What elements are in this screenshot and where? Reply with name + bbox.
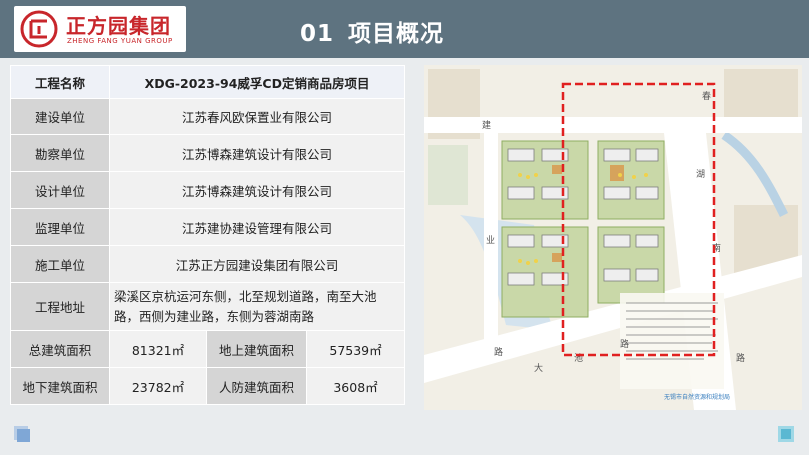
road-label: 建 <box>482 119 491 131</box>
row-label: 设计单位 <box>10 171 110 209</box>
header-bar: 正方园集团 ZHENG FANG YUAN GROUP 01 项目概况 <box>0 0 809 58</box>
area-value: 81321㎡ <box>109 330 207 368</box>
row-label: 施工单位 <box>10 245 110 283</box>
road-label: 路 <box>736 352 745 364</box>
table-row: 建设单位 江苏春风欧保置业有限公司 <box>10 98 406 135</box>
title-number: 01 <box>300 21 335 47</box>
table-row: 监理单位 江苏建协建设管理有限公司 <box>10 208 406 246</box>
row-value: 江苏建协建设管理有限公司 <box>108 208 406 246</box>
road-label: 春 <box>702 90 711 102</box>
table-row: 勘察单位 江苏博森建筑设计有限公司 <box>10 134 406 172</box>
map-caption: 无锡市自然资源和规划局 <box>664 393 730 401</box>
corner-decoration-icon <box>14 426 30 442</box>
logo-name-cn: 正方园集团 <box>66 14 171 38</box>
logo-name-en: ZHENG FANG YUAN GROUP <box>67 37 173 45</box>
road-label: 湖 <box>696 169 705 180</box>
corner-decoration-icon <box>778 426 794 442</box>
road-label: 业 <box>486 235 495 246</box>
area-value: 57539㎡ <box>305 330 406 368</box>
project-info-table: 工程名称 XDG-2023-94威孚CD定销商品房项目 建设单位 江苏春风欧保置… <box>10 65 406 405</box>
road-label: 路 <box>494 346 503 358</box>
area-value: 23782㎡ <box>109 367 207 405</box>
road-label: 路 <box>620 338 629 350</box>
table-row: 地下建筑面积 23782㎡ 人防建筑面积 3608㎡ <box>10 367 406 405</box>
address-value: 梁溪区京杭运河东侧，北至规划道路，南至大池路，西侧为建业路，东侧为蓉湖南路 <box>108 282 406 331</box>
table-row: 工程地址 梁溪区京杭运河东侧，北至规划道路，南至大池路，西侧为建业路，东侧为蓉湖… <box>10 282 406 331</box>
project-name-value: XDG-2023-94威孚CD定销商品房项目 <box>108 65 406 99</box>
page-title: 01 项目概况 <box>300 14 444 48</box>
table-row: 施工单位 江苏正方园建设集团有限公司 <box>10 245 406 283</box>
row-value: 江苏博森建筑设计有限公司 <box>108 171 406 209</box>
row-label: 监理单位 <box>10 208 110 246</box>
row-value: 江苏春风欧保置业有限公司 <box>108 98 406 135</box>
row-label: 工程地址 <box>10 282 110 331</box>
logo-mark-icon <box>20 10 58 48</box>
area-label: 地下建筑面积 <box>10 367 110 405</box>
area-label: 地上建筑面积 <box>206 330 307 368</box>
table-row: 设计单位 江苏博森建筑设计有限公司 <box>10 171 406 209</box>
table-row: 总建筑面积 81321㎡ 地上建筑面积 57539㎡ <box>10 330 406 368</box>
company-logo: 正方园集团 ZHENG FANG YUAN GROUP <box>14 6 186 52</box>
area-value: 3608㎡ <box>305 367 406 405</box>
row-value: 江苏正方园建设集团有限公司 <box>108 245 406 283</box>
site-plan-drawing: 建 业 路 春 湖 南 路 大 池 路 无锡市自然资源和规划局 <box>424 65 802 410</box>
row-label: 勘察单位 <box>10 134 110 172</box>
road-label: 大 <box>534 362 543 374</box>
row-label: 建设单位 <box>10 98 110 135</box>
title-text: 项目概况 <box>348 21 445 47</box>
site-plan-map: 建 业 路 春 湖 南 路 大 池 路 无锡市自然资源和规划局 <box>424 65 802 410</box>
row-label: 工程名称 <box>10 65 110 99</box>
area-label: 人防建筑面积 <box>206 367 307 405</box>
road-north <box>424 117 802 133</box>
row-value: 江苏博森建筑设计有限公司 <box>108 134 406 172</box>
area-label: 总建筑面积 <box>10 330 110 368</box>
table-row: 工程名称 XDG-2023-94威孚CD定销商品房项目 <box>10 65 406 99</box>
